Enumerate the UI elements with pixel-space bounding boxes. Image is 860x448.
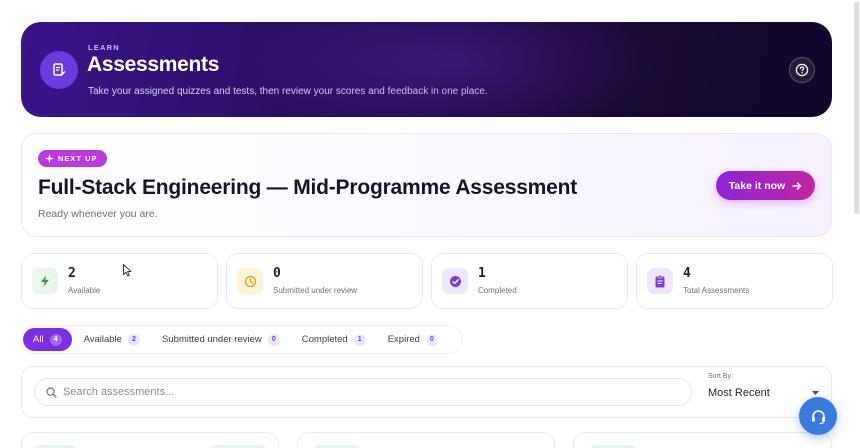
next-up-title: Full-Stack Engineering — Mid-Programme A…	[38, 176, 578, 199]
stat-label: Total Assessments	[683, 286, 750, 295]
tab-count-badge: 2	[127, 333, 140, 346]
assessment-card[interactable]	[297, 432, 555, 448]
search-input[interactable]	[63, 386, 691, 398]
stat-value: 1	[478, 266, 486, 281]
sort-label: Sort By:	[708, 373, 733, 380]
clock-icon	[237, 268, 263, 294]
page-scrollbar[interactable]	[854, 2, 859, 214]
tab-label: Expired	[387, 334, 420, 345]
tab-submitted-under-review[interactable]: Submitted under review 0	[152, 328, 290, 351]
help-circle-icon	[795, 63, 809, 77]
headset-icon	[811, 409, 825, 424]
search-icon	[46, 386, 57, 398]
tab-expired[interactable]: Expired 0	[378, 328, 448, 351]
tab-label: All	[33, 334, 44, 345]
caret-down-icon	[812, 391, 819, 395]
hero-banner: LEARN Assessments Take your assigned qui…	[21, 22, 832, 117]
tab-count-badge: 0	[425, 333, 438, 346]
stat-value: 2	[68, 266, 76, 281]
take-it-now-label: Take it now	[728, 179, 786, 192]
tab-completed[interactable]: Completed 1	[292, 328, 376, 351]
assessment-card[interactable]	[21, 432, 279, 448]
stat-card-total[interactable]: 4 Total Assessments	[636, 253, 833, 309]
tab-label: Submitted under review	[161, 334, 262, 345]
stat-label: Completed	[478, 286, 517, 295]
page-title: Assessments	[87, 53, 220, 76]
bolt-icon	[32, 268, 58, 294]
search-panel: Sort By: Most Recent	[21, 366, 832, 418]
tab-all[interactable]: All 4	[23, 328, 72, 351]
filter-tabs: All 4 Available 2 Submitted under review…	[21, 326, 462, 353]
next-up-subtitle: Ready whenever you are.	[38, 208, 158, 220]
assessment-card[interactable]	[573, 432, 832, 448]
hero-eyebrow: LEARN	[88, 43, 120, 52]
sparkle-icon	[45, 154, 54, 163]
stat-label: Available	[68, 286, 101, 295]
support-chat-button[interactable]	[799, 397, 837, 435]
next-up-card: NEXT UP Full-Stack Engineering — Mid-Pro…	[21, 133, 832, 237]
stat-card-completed[interactable]: 1 Completed	[431, 253, 628, 309]
stat-value: 0	[273, 266, 281, 281]
tab-count-badge: 0	[267, 333, 280, 346]
page-subtitle: Take your assigned quizzes and tests, th…	[88, 86, 488, 97]
sort-select[interactable]: Most Recent	[708, 383, 820, 403]
stat-value: 4	[683, 266, 691, 281]
sort-value: Most Recent	[708, 387, 770, 399]
edit-document-icon	[40, 51, 78, 89]
mouse-cursor-icon	[123, 264, 132, 277]
check-circle-icon	[442, 268, 468, 294]
arrow-right-icon	[792, 181, 802, 190]
take-it-now-button[interactable]: Take it now	[716, 171, 815, 200]
next-up-badge: NEXT UP	[38, 150, 107, 167]
next-up-badge-label: NEXT UP	[58, 154, 98, 163]
help-button[interactable]	[789, 57, 815, 83]
tab-available[interactable]: Available 2	[74, 328, 150, 351]
stat-label: Submitted under review	[273, 286, 358, 295]
stat-card-submitted[interactable]: 0 Submitted under review	[226, 253, 423, 309]
tab-label: Available	[83, 334, 122, 345]
tab-count-badge: 1	[353, 333, 366, 346]
stat-card-available[interactable]: 2 Available	[21, 253, 218, 309]
clipboard-icon	[647, 268, 673, 294]
assessments-page: LEARN Assessments Take your assigned qui…	[0, 0, 860, 448]
tab-label: Completed	[301, 334, 348, 345]
tab-count-badge: 4	[49, 333, 62, 346]
search-box[interactable]	[34, 378, 692, 406]
